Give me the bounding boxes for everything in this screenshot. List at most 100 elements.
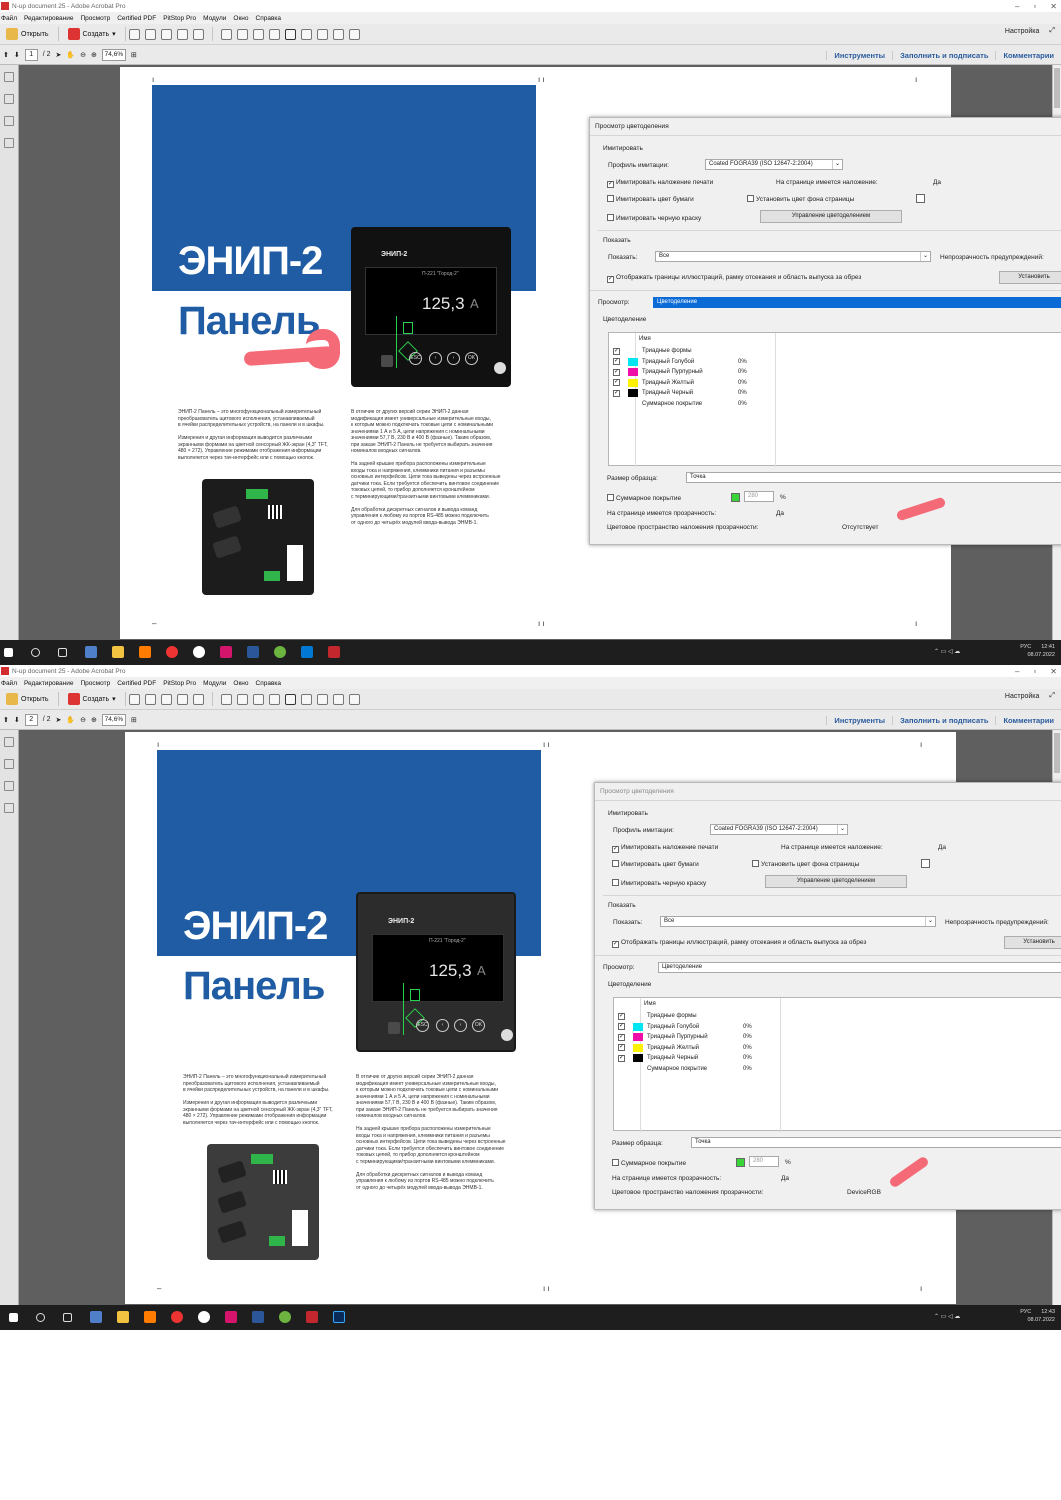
manage-separations-button[interactable]: Управление цветоделением <box>765 875 907 888</box>
sim-overprint-checkbox[interactable]: ✓ Имитировать наложение печати <box>607 179 713 188</box>
separations-list[interactable]: Имя ✓ Триадные формы ✓ Триадный Голубой 0% ✓ Т… <box>608 332 1061 467</box>
edit-icon[interactable] <box>176 693 188 705</box>
acrobat-taskbar-icon[interactable] <box>306 1311 318 1323</box>
menu-view[interactable]: Просмотр <box>81 15 111 22</box>
separations-list[interactable]: Имя ✓ Триадные формы ✓ Триадный Голубой 0% ✓ Т… <box>613 997 1061 1132</box>
select-tool-icon[interactable]: ➤ <box>56 51 62 59</box>
edit-icon[interactable] <box>176 28 188 40</box>
sim-black-checkbox[interactable]: Имитировать черную краску <box>607 214 701 222</box>
page-number-input[interactable]: 2 <box>24 713 38 726</box>
color-icon[interactable] <box>348 28 360 40</box>
separation-checkbox[interactable]: ✓ <box>618 1023 625 1030</box>
clock[interactable]: РУС 12:41 08.07.2022 <box>1020 643 1055 659</box>
separation-icon[interactable] <box>284 28 296 40</box>
tools-tab[interactable]: Инструменты <box>826 715 892 725</box>
show-select[interactable]: Все ⌄ <box>660 916 936 927</box>
expand-icon[interactable]: ⤢ <box>1049 692 1055 700</box>
bg-color-swatch[interactable] <box>916 194 927 204</box>
attachment-icon[interactable] <box>4 116 14 126</box>
prev-page-icon[interactable]: ⬆ <box>3 716 9 724</box>
inspect-icon[interactable] <box>316 28 328 40</box>
report-icon[interactable] <box>332 28 344 40</box>
separation-checkbox[interactable]: ✓ <box>618 1044 625 1051</box>
separation-checkbox[interactable]: ✓ <box>613 358 620 365</box>
explorer-icon[interactable] <box>112 646 124 658</box>
sample-select[interactable]: Точка <box>686 472 1061 483</box>
sim-overprint-checkbox[interactable]: ✓ Имитировать наложение печати <box>612 844 718 853</box>
report-icon[interactable] <box>332 693 344 705</box>
cloud-icon[interactable] <box>144 693 156 705</box>
yandex-icon[interactable] <box>193 646 205 658</box>
separation-checkbox[interactable]: ✓ <box>613 347 620 355</box>
photos-icon[interactable] <box>301 646 313 658</box>
word-icon[interactable] <box>252 1311 264 1323</box>
create-button[interactable]: Создать ▾ <box>62 26 122 42</box>
separation-row[interactable]: Суммарное покрытие 0% <box>618 1065 752 1073</box>
bookmark-icon[interactable] <box>4 94 14 104</box>
mail-icon[interactable] <box>192 28 204 40</box>
app-icon[interactable] <box>274 646 286 658</box>
save-icon[interactable] <box>128 28 140 40</box>
yandex-icon[interactable] <box>198 1311 210 1323</box>
customize-menu[interactable]: Настройка <box>1005 693 1039 700</box>
attachment-icon[interactable] <box>4 781 14 791</box>
minimize-button[interactable]: – <box>1015 667 1019 676</box>
hand-tool-icon[interactable]: ✋ <box>66 51 75 59</box>
bg-color-swatch[interactable] <box>921 859 932 869</box>
separation-row[interactable]: ✓ Триадный Пурпурный 0% <box>618 1033 752 1041</box>
cloud-icon[interactable] <box>144 28 156 40</box>
menu-view[interactable]: Просмотр <box>81 680 111 687</box>
zoom-input[interactable]: 74,6% <box>101 713 126 726</box>
task-view-icon[interactable] <box>58 648 67 657</box>
tray-icons[interactable]: ⌃ ▭ ◁ ☁ <box>934 1313 960 1320</box>
set-button[interactable]: Установить <box>999 271 1061 284</box>
expand-icon[interactable]: ⤢ <box>1049 27 1055 35</box>
illustrator-icon[interactable] <box>139 646 151 658</box>
separation-row[interactable]: ✓ Триадный Желтый 0% <box>613 378 747 387</box>
tools-tab[interactable]: Инструменты <box>826 50 892 60</box>
separation-checkbox[interactable]: ✓ <box>618 1012 625 1020</box>
coverage-value-input[interactable]: 280 <box>749 1156 779 1167</box>
print-icon[interactable] <box>160 693 172 705</box>
acrobat-taskbar-icon[interactable] <box>328 646 340 658</box>
task-view-icon[interactable] <box>63 1313 72 1322</box>
search-icon[interactable] <box>31 648 40 657</box>
separation-row[interactable]: ✓ Триадный Черный 0% <box>618 1054 752 1062</box>
menu-certified-pdf[interactable]: Certified PDF <box>117 680 156 687</box>
menu-help[interactable]: Справка <box>256 15 282 22</box>
select-icon[interactable] <box>300 693 312 705</box>
menu-modules[interactable]: Модули <box>203 15 226 22</box>
show-select[interactable]: Все ⌄ <box>655 251 931 262</box>
preflight-icon[interactable] <box>236 693 248 705</box>
select-tool-icon[interactable]: ➤ <box>56 716 62 724</box>
separation-row[interactable]: ✓ Триадный Голубой 0% <box>613 357 747 366</box>
menu-certified-pdf[interactable]: Certified PDF <box>117 15 156 22</box>
separation-row[interactable]: ✓ Триадный Желтый 0% <box>618 1043 752 1052</box>
menu-file[interactable]: Файл <box>1 15 17 22</box>
menu-edit[interactable]: Редактирование <box>24 680 74 687</box>
inspect-icon[interactable] <box>316 693 328 705</box>
save-icon[interactable] <box>128 693 140 705</box>
select-icon[interactable] <box>300 28 312 40</box>
prev-page-icon[interactable]: ⬆ <box>3 51 9 59</box>
comments-tab[interactable]: Комментарии <box>995 715 1061 725</box>
preview-select[interactable]: Цветоделение <box>653 297 1061 308</box>
open-button[interactable]: Открыть <box>0 691 55 707</box>
bookmark-icon[interactable] <box>4 759 14 769</box>
customize-menu[interactable]: Настройка <box>1005 28 1039 35</box>
sim-paper-checkbox[interactable]: Имитировать цвет бумаги <box>607 195 694 203</box>
illustrator-icon[interactable] <box>144 1311 156 1323</box>
hand-tool-icon[interactable]: ✋ <box>66 716 75 724</box>
fill-sign-tab[interactable]: Заполнить и подписать <box>892 50 995 60</box>
create-button[interactable]: Создать ▾ <box>62 691 122 707</box>
preflight-icon[interactable] <box>236 28 248 40</box>
maximize-button[interactable]: ▫ <box>1033 2 1036 11</box>
preview-select[interactable]: Цветоделение <box>658 962 1061 973</box>
sim-black-checkbox[interactable]: Имитировать черную краску <box>612 879 706 887</box>
pages-icon[interactable] <box>4 72 14 82</box>
menu-help[interactable]: Справка <box>256 680 282 687</box>
fixup-icon[interactable] <box>252 28 264 40</box>
close-button[interactable]: ✕ <box>1050 2 1057 11</box>
menu-edit[interactable]: Редактирование <box>24 15 74 22</box>
maximize-button[interactable]: ▫ <box>1033 667 1036 676</box>
